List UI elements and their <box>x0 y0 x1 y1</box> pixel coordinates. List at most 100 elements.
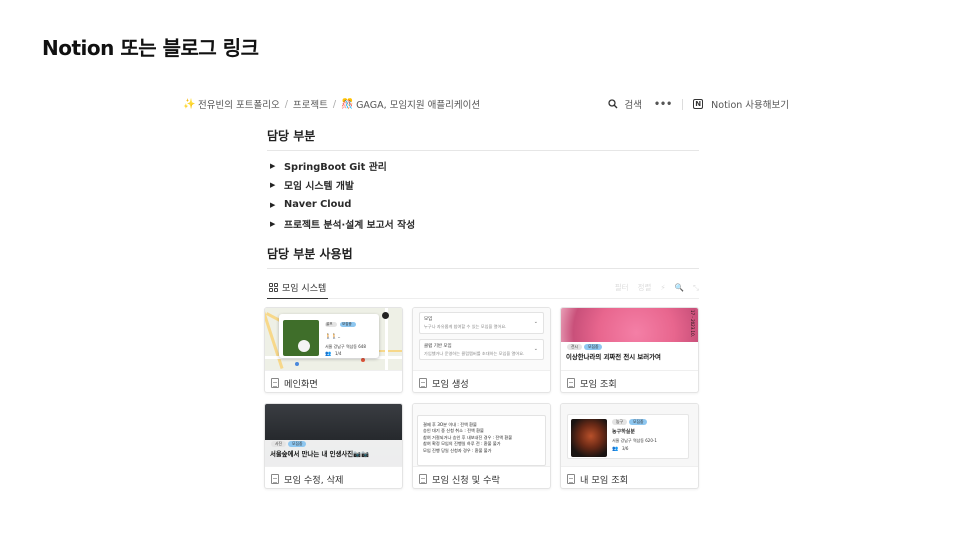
people-icon: 👥 <box>325 351 332 357</box>
toggle-item[interactable]: ▶ 프로젝트 분석·설계 보고서 작성 <box>267 215 699 235</box>
breadcrumb-gaga[interactable]: GAGA, 모임지원 애플리케이션 <box>356 97 480 111</box>
toggle-item[interactable]: ▶ SpringBoot Git 관리 <box>267 156 699 176</box>
breadcrumb: ✨ 전유빈의 포트폴리오 / 프로젝트 / 🎊 GAGA, 모임지원 애플리케이… <box>183 97 608 112</box>
toggle-triangle-icon[interactable]: ▶ <box>267 162 284 170</box>
search-icon[interactable]: 🔍 <box>675 283 684 292</box>
tab-gallery-view[interactable]: 모임 시스템 <box>267 277 329 299</box>
map-popup: 골프 모집중 🚶🚶.. 서울 강남구 역삼동 648 👥 1/4 <box>279 314 379 358</box>
tag: 사진 <box>271 441 286 447</box>
tag: 전시 <box>567 344 582 350</box>
section-responsibilities: 담당 부분 ▶ SpringBoot Git 관리 ▶ 모임 시스템 개발 ▶ Nav… <box>267 127 699 234</box>
gallery-card-apply[interactable]: 결제 후 3O분 이내 : 전액 환불 승인 대기 중 신청 취소 : 전액 환… <box>412 403 551 489</box>
popup-tag: 골프 <box>326 322 333 326</box>
gallery-card-view[interactable]: 17 - 2023.10. 전시 모집중 이상한나라의 괴짜전 전시 보러가여 … <box>560 307 699 393</box>
breadcrumb-projects[interactable]: 프로젝트 <box>293 97 328 111</box>
page-icon <box>271 377 279 388</box>
card-thumbnail: 골프 모집중 🚶🚶.. 서울 강남구 역삼동 648 👥 1/4 <box>265 308 402 370</box>
tag: 모집중 <box>584 344 603 350</box>
popup-count: 1/4 <box>335 351 342 356</box>
more-button[interactable]: ••• <box>654 99 672 110</box>
page-icon <box>271 473 279 484</box>
toggle-label: 모임 시스템 개발 <box>284 181 354 193</box>
topbar-actions: 검색 ••• N Notion 사용해보기 <box>608 97 789 111</box>
card-caption: 모임 생성 <box>413 370 550 392</box>
toggle-item[interactable]: ▶ Naver Cloud <box>267 195 699 215</box>
toggle-label: Naver Cloud <box>284 199 352 211</box>
section-usage: 담당 부분 사용법 <box>267 245 699 269</box>
heading-responsibilities: 담당 부분 <box>267 127 699 151</box>
gallery-card-my-meetings[interactable]: 농구 모집중 농구하실분 서울 강남구 역삼동 620-1 👥 3/6 내 모임… <box>560 403 699 489</box>
slide-title: Notion 또는 블로그 링크 <box>42 36 259 60</box>
toggle-triangle-icon[interactable]: ▶ <box>267 220 284 228</box>
form-option-desc: 가입했거나 운영하는 클럽멤버를 초대하는 모임을 열어요. <box>424 350 525 356</box>
card-title: 모임 신청 및 수락 <box>432 474 500 486</box>
refund-policy-image: 결제 후 3O분 이내 : 전액 환불 승인 대기 중 신청 취소 : 전액 환… <box>413 404 550 466</box>
expand-icon[interactable]: ⤡ <box>693 283 699 293</box>
toggle-item[interactable]: ▶ 모임 시스템 개발 <box>267 176 699 196</box>
tag-row: 농구 모집중 <box>612 419 648 425</box>
card-title: 내 모임 조회 <box>580 474 629 486</box>
divider <box>682 98 684 110</box>
toggle-label: 프로젝트 분석·설계 보고서 작성 <box>284 220 416 232</box>
basketball-photo <box>571 419 607 457</box>
people-icon: 👥 <box>612 446 619 452</box>
popup-address: 서울 강남구 역삼동 648 <box>325 344 366 349</box>
event-title: 서울숲에서 만나는 내 인생사진📷📷 <box>270 450 370 458</box>
chevron-down-icon: ⌄ <box>533 345 538 352</box>
notion-topbar: ✨ 전유빈의 포트폴리오 / 프로젝트 / 🎊 GAGA, 모임지원 애플리케이… <box>183 96 789 112</box>
tab-label: 모임 시스템 <box>282 284 327 294</box>
breadcrumb-portfolio[interactable]: 전유빈의 포트폴리오 <box>198 97 280 111</box>
walker-icon: 🚶🚶.. <box>325 334 341 340</box>
card-title: 모임 생성 <box>432 378 469 390</box>
tag-row: 전시 모집중 <box>567 344 603 350</box>
form-option-title: 클럽 기반 모임 <box>424 343 452 349</box>
filter-button[interactable]: 필터 <box>615 282 629 293</box>
card-thumbnail: 농구 모집중 농구하실분 서울 강남구 역삼동 620-1 👥 3/6 <box>561 404 698 466</box>
tag: 농구 <box>612 419 627 425</box>
card-caption: 내 모임 조회 <box>561 466 698 488</box>
tag: 모집중 <box>288 441 307 447</box>
view-tools: 필터 정렬 ⚡ 🔍 ⤡ <box>615 282 699 293</box>
card-thumbnail: 사진 모집중 서울숲에서 만나는 내 인생사진📷📷 <box>265 404 402 466</box>
form-option-title: 모임 <box>424 317 433 322</box>
popup-tag: 모집중 <box>342 322 352 326</box>
database-view-bar: 모임 시스템 필터 정렬 ⚡ 🔍 ⤡ <box>267 277 699 299</box>
card-thumbnail: 모임 누구나 자유롭게 참여할 수 있는 모임을 열어요. ⌄ 클럽 기반 모임… <box>413 308 550 370</box>
card-caption: 메인화면 <box>265 370 402 392</box>
golf-photo <box>283 320 319 356</box>
try-notion-button[interactable]: Notion 사용해보기 <box>711 97 789 111</box>
card-thumbnail: 결제 후 3O분 이내 : 전액 환불 승인 대기 중 신청 취소 : 전액 환… <box>413 404 550 466</box>
gallery-card-create[interactable]: 모임 누구나 자유롭게 참여할 수 있는 모임을 열어요. ⌄ 클럽 기반 모임… <box>412 307 551 393</box>
gallery-card-edit[interactable]: 사진 모집중 서울숲에서 만나는 내 인생사진📷📷 모임 수정, 삭제 <box>264 403 403 489</box>
form-option: 클럽 기반 모임 가입했거나 운영하는 클럽멤버를 초대하는 모임을 열어요. … <box>419 338 544 360</box>
event-title: 이상한나라의 괴짜전 전시 보러가여 <box>566 353 661 361</box>
gallery-card-main[interactable]: 골프 모집중 🚶🚶.. 서울 강남구 역삼동 648 👥 1/4 메인화면 <box>264 307 403 393</box>
page-icon <box>567 473 575 484</box>
toggle-triangle-icon[interactable]: ▶ <box>267 181 284 189</box>
search-icon[interactable] <box>608 99 618 109</box>
vertical-date: 17 - 2023.10. <box>690 310 695 337</box>
close-icon <box>382 312 389 319</box>
sparkle-icon: ✨ <box>183 98 196 110</box>
breadcrumb-separator: / <box>332 98 337 110</box>
card-caption: 모임 신청 및 수락 <box>413 466 550 488</box>
search-button[interactable]: 검색 <box>624 97 641 111</box>
automation-icon[interactable]: ⚡ <box>660 283 665 292</box>
toggle-label: SpringBoot Git 관리 <box>284 161 387 173</box>
tag: 모집중 <box>629 419 648 425</box>
meeting-title: 농구하실분 <box>612 429 636 435</box>
card-thumbnail: 17 - 2023.10. 전시 모집중 이상한나라의 괴짜전 전시 보러가여 <box>561 308 698 370</box>
page-icon <box>567 377 575 388</box>
tag-row: 사진 모집중 <box>271 441 307 447</box>
meeting-item: 농구 모집중 농구하실분 서울 강남구 역삼동 620-1 👥 3/6 <box>567 414 689 459</box>
page-icon <box>419 377 427 388</box>
form-option: 모임 누구나 자유롭게 참여할 수 있는 모임을 열어요. ⌄ <box>419 312 544 334</box>
form-image: 모임 누구나 자유롭게 참여할 수 있는 모임을 열어요. ⌄ 클럽 기반 모임… <box>413 308 550 370</box>
chevron-down-icon: ⌄ <box>533 319 538 325</box>
heading-usage: 담당 부분 사용법 <box>267 245 699 269</box>
notion-logo-icon: N <box>693 99 704 109</box>
toggle-triangle-icon[interactable]: ▶ <box>267 201 284 209</box>
sort-button[interactable]: 정렬 <box>638 282 652 293</box>
card-title: 모임 조회 <box>580 378 617 390</box>
party-icon: 🎊 <box>341 98 354 110</box>
